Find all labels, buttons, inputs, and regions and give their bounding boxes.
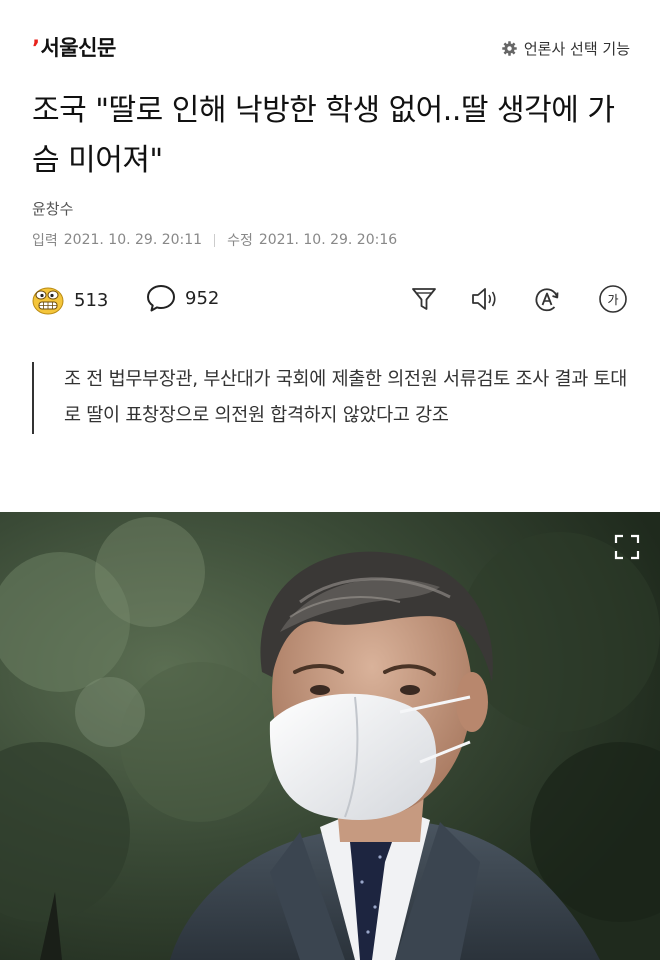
press-select-button[interactable]: 언론사 선택 기능 (501, 38, 630, 59)
top-bar: ’서울신문 언론사 선택 기능 (0, 0, 660, 80)
reaction-button[interactable]: 513 (30, 282, 108, 318)
font-size-glyph: 가 (607, 293, 618, 307)
article-photo[interactable] (0, 512, 660, 960)
article-dates: 입력 2021. 10. 29. 20:11 수정 2021. 10. 29. … (32, 230, 397, 250)
modified-label: 수정 (227, 233, 253, 249)
comment-icon (147, 285, 175, 312)
input-date: 2021. 10. 29. 20:11 (63, 232, 203, 248)
audio-icon (472, 288, 496, 310)
logo-accent: ’ (32, 36, 40, 60)
font-size-icon: 가 (599, 285, 627, 313)
modified-date: 2021. 10. 29. 20:16 (258, 232, 398, 248)
gear-icon (502, 41, 517, 56)
comment-button[interactable]: 952 (145, 282, 219, 314)
reaction-count: 513 (74, 289, 109, 311)
author-name[interactable]: 윤창수 (32, 198, 73, 219)
logo-text: 서울신문 (40, 36, 116, 60)
translate-icon (535, 288, 559, 312)
article-summary: 조 전 법무부장관, 부산대가 국회에 제출한 의전원 서류검토 조사 결과 토… (32, 362, 632, 434)
article-toolbar: 513 952 가 (0, 278, 660, 322)
summary-button[interactable] (407, 282, 441, 316)
press-logo[interactable]: ’서울신문 (32, 32, 116, 62)
reaction-emoji-icon (32, 287, 64, 315)
summary-filter-icon (412, 288, 436, 310)
photo-image (0, 512, 660, 960)
article-title: 조국 "딸로 인해 낙방한 학생 없어..딸 생각에 가슴 미어져" (32, 93, 615, 178)
fullscreen-icon[interactable] (614, 534, 640, 560)
input-label: 입력 (32, 233, 58, 249)
translate-button[interactable] (530, 282, 564, 316)
comment-count: 952 (185, 287, 220, 309)
font-size-button[interactable]: 가 (596, 282, 630, 316)
audio-button[interactable] (467, 282, 501, 316)
press-select-label: 언론사 선택 기능 (523, 40, 630, 58)
date-divider (214, 233, 216, 247)
